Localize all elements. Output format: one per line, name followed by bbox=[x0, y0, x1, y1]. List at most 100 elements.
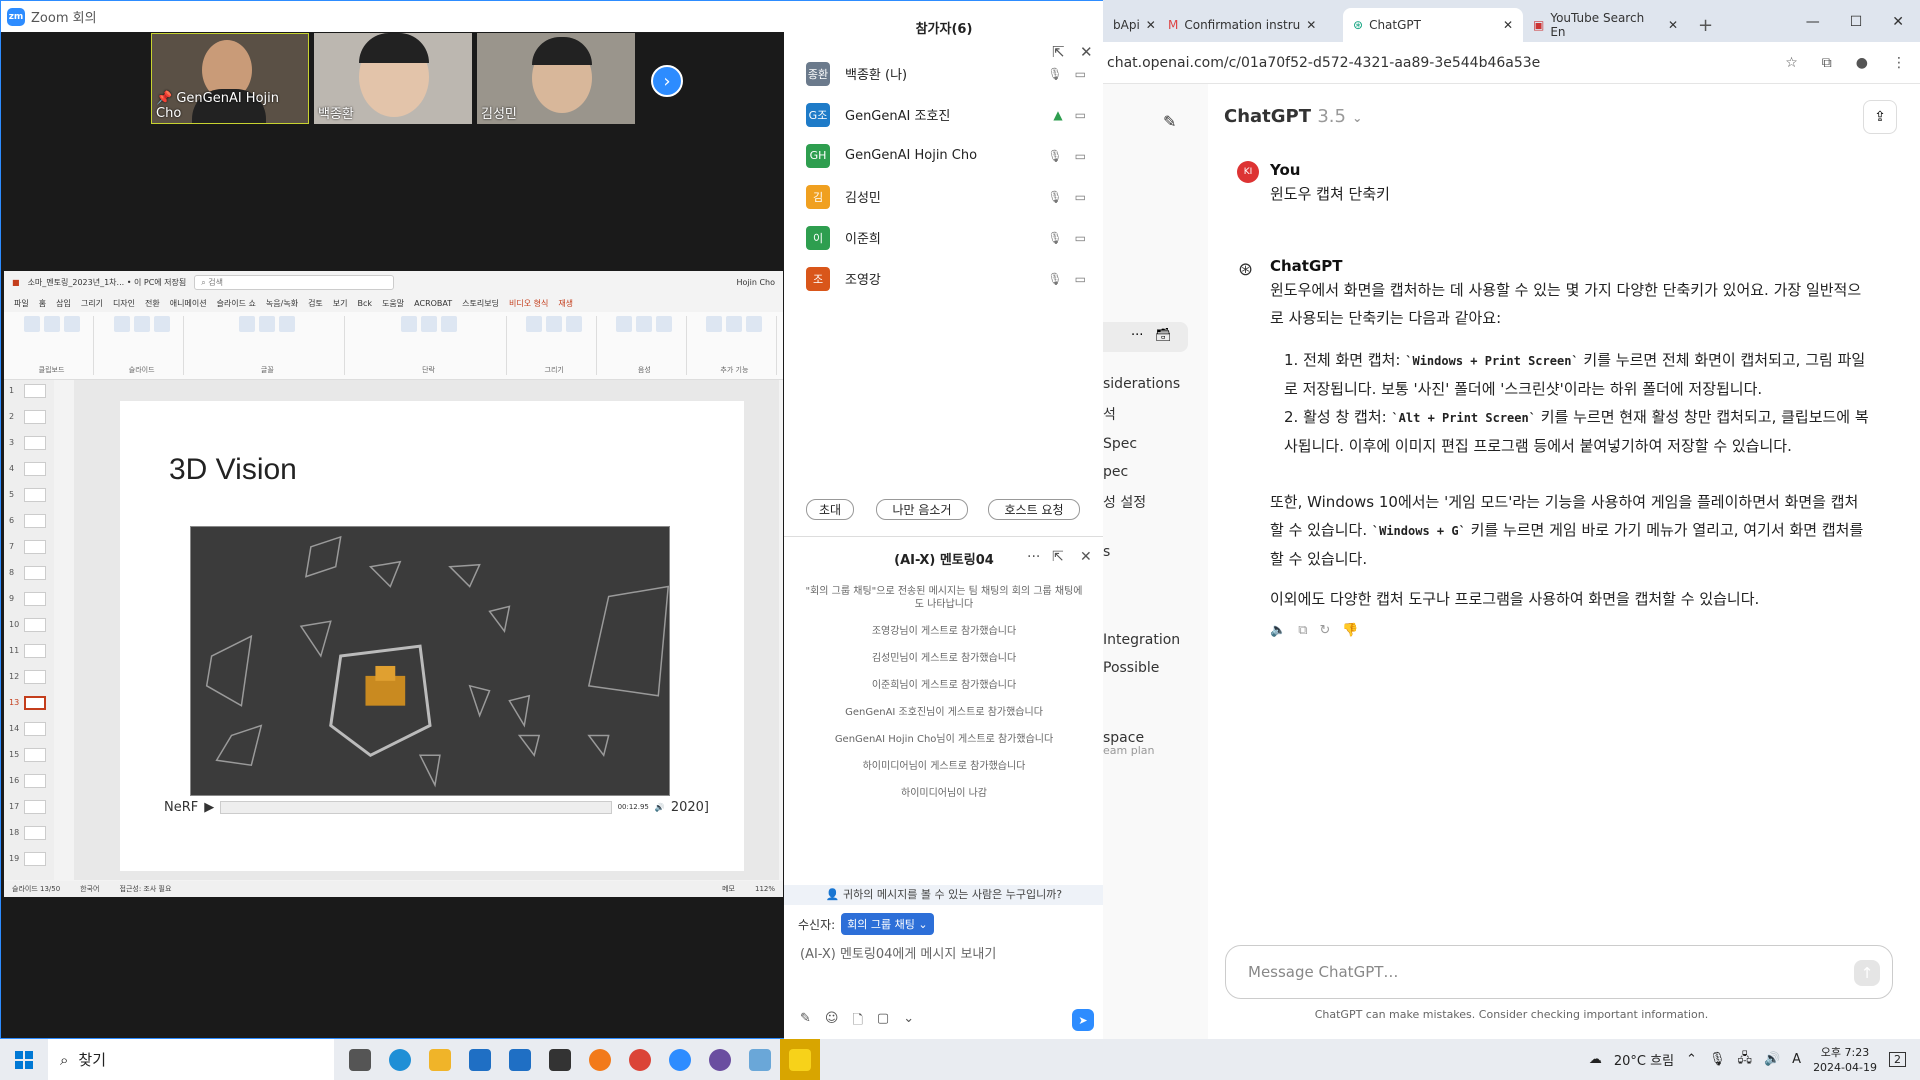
camera-icon[interactable]: ▭ bbox=[1075, 67, 1086, 81]
more-icon[interactable]: ··· bbox=[1027, 549, 1040, 565]
who-can-see-link[interactable]: 👤 귀하의 메시지를 볼 수 있는 사람은 누구입니까? bbox=[784, 885, 1104, 905]
invite-button[interactable]: 초대 bbox=[806, 499, 854, 520]
emoji-icon[interactable]: ☺ bbox=[825, 1011, 839, 1033]
ppt-menu-item[interactable]: 디자인 bbox=[113, 298, 135, 309]
camera-icon[interactable]: ▭ bbox=[1075, 190, 1086, 204]
url-text[interactable]: chat.openai.com/c/01a70f52-d572-4321-aa8… bbox=[1107, 55, 1540, 71]
taskbar-app-terminal[interactable] bbox=[540, 1039, 580, 1080]
host-request-button[interactable]: 호스트 요청 bbox=[988, 499, 1080, 520]
close-icon[interactable]: ✕ bbox=[1892, 14, 1904, 30]
new-tab-button[interactable]: + bbox=[1688, 8, 1718, 42]
video-thumbnail[interactable]: 📌 GenGenAI Hojin Cho bbox=[151, 33, 309, 124]
ppt-menu-item[interactable]: 스토리보딩 bbox=[462, 298, 499, 309]
ppt-menu-item[interactable]: 재생 bbox=[558, 298, 573, 309]
weather-icon[interactable]: ☁ bbox=[1589, 1052, 1602, 1067]
ribbon-button[interactable] bbox=[113, 316, 130, 332]
participant-row[interactable]: G조 GenGenAI 조호진 ▲ ▭ bbox=[784, 94, 1104, 135]
ribbon-button[interactable] bbox=[279, 316, 296, 332]
ribbon-button[interactable] bbox=[546, 316, 563, 332]
sidebar-conversation[interactable]: eam plan bbox=[1103, 744, 1154, 757]
send-button[interactable]: ↑ bbox=[1854, 960, 1880, 986]
camera-icon[interactable]: ▭ bbox=[1075, 231, 1086, 245]
ribbon-button[interactable] bbox=[153, 316, 170, 332]
mic-icon[interactable]: 🎙 bbox=[1709, 1052, 1726, 1067]
taskbar-app-zoom[interactable] bbox=[660, 1039, 700, 1080]
close-tab-icon[interactable]: ✕ bbox=[1306, 18, 1316, 32]
ppt-menu-item[interactable]: ACROBAT bbox=[414, 299, 452, 308]
slide-thumbnail[interactable] bbox=[24, 618, 46, 632]
star-icon[interactable]: ☆ bbox=[1785, 55, 1798, 71]
close-tab-icon[interactable]: ✕ bbox=[1668, 18, 1678, 32]
sidebar-conversation[interactable]: pec bbox=[1103, 464, 1128, 480]
chevron-up-icon[interactable]: ⌃ bbox=[1686, 1052, 1697, 1067]
close-chat-icon[interactable]: ✕ bbox=[1080, 549, 1092, 565]
thumbs-down-icon[interactable]: 👎 bbox=[1342, 617, 1358, 645]
camera-icon[interactable]: ▭ bbox=[1075, 272, 1086, 286]
slide-thumbnail[interactable] bbox=[24, 722, 46, 736]
chat-input[interactable]: (AI-X) 멘토링04에게 메시지 보내기 bbox=[784, 935, 1104, 970]
ribbon-button[interactable] bbox=[526, 316, 543, 332]
message-input[interactable]: Message ChatGPT… ↑ bbox=[1225, 945, 1893, 999]
ribbon-button[interactable] bbox=[656, 316, 673, 332]
taskbar-app-kakaotalk[interactable] bbox=[780, 1039, 820, 1080]
slide-thumbnail[interactable] bbox=[24, 670, 46, 684]
taskbar-app-task-view[interactable] bbox=[340, 1039, 380, 1080]
sidebar-conversation[interactable]: s bbox=[1103, 544, 1110, 560]
taskbar-app-explorer[interactable] bbox=[420, 1039, 460, 1080]
sidebar-conversation[interactable]: Integration bbox=[1103, 632, 1180, 648]
slide-thumbnail[interactable] bbox=[24, 696, 46, 710]
next-thumbnails-button[interactable]: › bbox=[651, 65, 683, 97]
slide-video[interactable] bbox=[190, 526, 670, 796]
send-button[interactable]: ➤ bbox=[1072, 1009, 1094, 1031]
tab-chatgpt[interactable]: ⊛ ChatGPT ✕ bbox=[1343, 8, 1523, 42]
close-tab-icon[interactable]: ✕ bbox=[1146, 18, 1156, 32]
ppt-menu-item[interactable]: 검토 bbox=[308, 298, 323, 309]
slide-thumbnail[interactable] bbox=[24, 826, 46, 840]
camera-icon[interactable]: ▭ bbox=[1075, 108, 1086, 122]
ppt-search-input[interactable]: ⌕ 검색 bbox=[194, 275, 395, 290]
menu-icon[interactable]: ⋮ bbox=[1892, 55, 1906, 71]
ppt-menu-item[interactable]: 홈 bbox=[39, 298, 46, 309]
video-progress-bar[interactable] bbox=[220, 800, 612, 814]
ppt-menu-item[interactable]: 보기 bbox=[333, 298, 348, 309]
format-icon[interactable]: ✎ bbox=[800, 1011, 811, 1033]
ppt-menu-item[interactable]: 그리기 bbox=[81, 298, 103, 309]
ribbon-button[interactable] bbox=[440, 316, 457, 332]
ribbon-button[interactable] bbox=[23, 316, 40, 332]
mute-me-button[interactable]: 나만 음소거 bbox=[876, 499, 968, 520]
slide-thumbnail[interactable] bbox=[24, 384, 46, 398]
slide-thumbnail[interactable] bbox=[24, 462, 46, 476]
slide-thumbnail[interactable] bbox=[24, 748, 46, 762]
mic-icon[interactable]: 🎙 bbox=[1047, 67, 1062, 81]
taskbar-app-app-orange[interactable] bbox=[580, 1039, 620, 1080]
ribbon-button[interactable] bbox=[239, 316, 256, 332]
slide-thumbnail[interactable] bbox=[24, 800, 46, 814]
regenerate-icon[interactable]: ↻ bbox=[1319, 617, 1330, 645]
mic-icon[interactable]: 🎙 bbox=[1047, 190, 1062, 204]
close-panel-icon[interactable]: ✕ bbox=[1080, 43, 1093, 61]
ppt-menu-item[interactable]: 비디오 형식 bbox=[509, 298, 548, 309]
slide-thumbnail[interactable] bbox=[24, 644, 46, 658]
play-icon[interactable]: ▶ bbox=[204, 800, 214, 815]
ppt-menu-item[interactable]: 도움말 bbox=[382, 298, 404, 309]
taskbar-app-store[interactable] bbox=[460, 1039, 500, 1080]
notes-button[interactable]: 메모 bbox=[722, 884, 735, 894]
ribbon-button[interactable] bbox=[63, 316, 80, 332]
slide-thumbnail[interactable] bbox=[24, 566, 46, 580]
ppt-menu-item[interactable]: 슬라이드 쇼 bbox=[217, 298, 256, 309]
ribbon-button[interactable] bbox=[746, 316, 763, 332]
ribbon-button[interactable] bbox=[616, 316, 633, 332]
start-button[interactable] bbox=[0, 1039, 48, 1080]
tab-gmail[interactable]: M Confirmation instru ✕ bbox=[1158, 8, 1343, 42]
participant-row[interactable]: GH GenGenAI Hojin Cho 🎙 ▭ bbox=[784, 135, 1104, 176]
ppt-menu-item[interactable]: 삽입 bbox=[56, 298, 71, 309]
model-selector[interactable]: ChatGPT 3.5 ⌄ bbox=[1224, 106, 1362, 127]
ppt-menu-item[interactable]: 녹음/녹화 bbox=[266, 298, 298, 309]
mic-icon[interactable]: 🎙 bbox=[1047, 272, 1062, 286]
ppt-menu-item[interactable]: Bck bbox=[358, 299, 373, 308]
chevron-down-icon[interactable]: ⌄ bbox=[903, 1011, 914, 1033]
screenshot-icon[interactable]: ▢ bbox=[877, 1011, 889, 1033]
ime-indicator[interactable]: A bbox=[1792, 1052, 1801, 1067]
share-button[interactable]: ⇪ bbox=[1863, 100, 1897, 134]
taskbar-app-mail[interactable] bbox=[500, 1039, 540, 1080]
